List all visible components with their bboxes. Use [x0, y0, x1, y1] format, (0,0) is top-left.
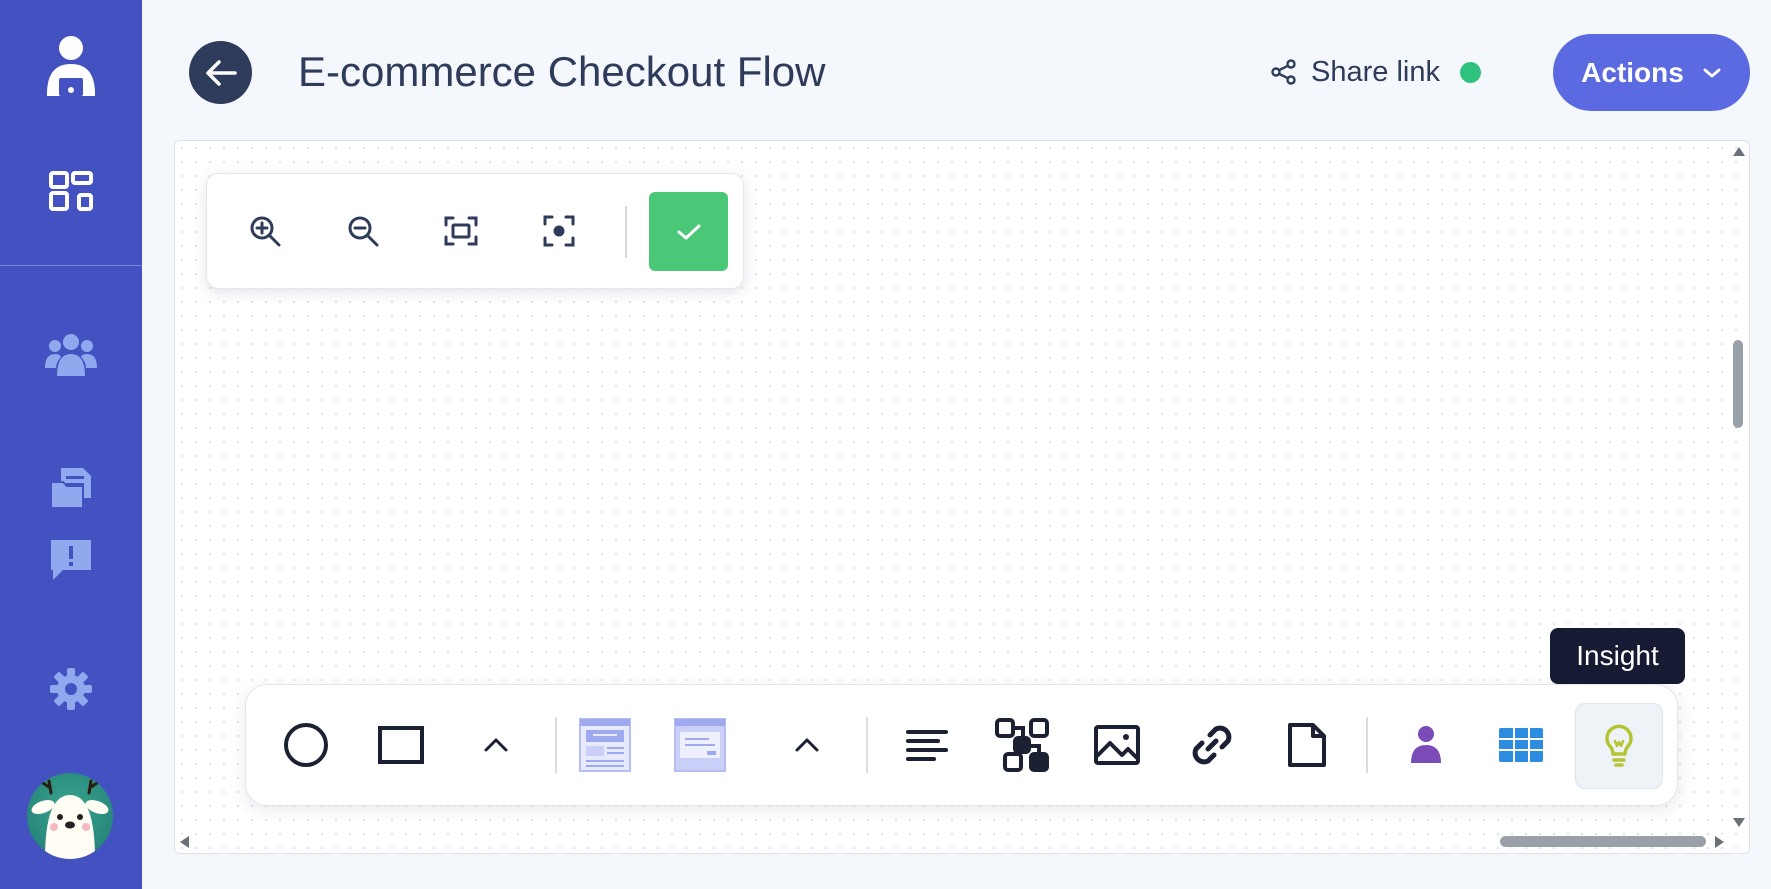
page-title: E-commerce Checkout Flow — [298, 48, 826, 95]
persona-tool[interactable] — [1394, 713, 1458, 777]
avatar[interactable] — [27, 773, 113, 859]
sidebar — [0, 0, 142, 889]
zoom-in-button[interactable] — [240, 206, 290, 256]
lightbulb-icon — [1605, 724, 1633, 767]
circle-tool[interactable] — [274, 713, 338, 777]
arrow-left-icon — [205, 59, 237, 86]
team-icon[interactable] — [0, 330, 142, 380]
zoom-in-icon — [250, 216, 281, 247]
user-logo-icon[interactable] — [0, 32, 142, 102]
online-status-dot — [1459, 61, 1481, 83]
table-tool[interactable] — [1489, 713, 1553, 777]
actions-label: Actions — [1581, 56, 1684, 88]
share-link-label: Share link — [1311, 55, 1440, 88]
table-icon — [1499, 728, 1543, 762]
horizontal-scrollbar-thumb[interactable] — [1500, 836, 1706, 847]
confirm-button[interactable] — [649, 192, 728, 271]
scroll-left-arrow[interactable] — [180, 836, 189, 848]
rectangle-tool[interactable] — [369, 713, 433, 777]
toolbar-separator — [866, 717, 868, 773]
documents-icon[interactable] — [0, 462, 142, 514]
expand-shapes-button[interactable] — [464, 713, 528, 777]
persona-icon — [1411, 726, 1441, 763]
share-link-button[interactable]: Share link — [1271, 52, 1481, 92]
document-tool[interactable] — [1275, 713, 1339, 777]
image-icon — [1094, 725, 1140, 765]
settings-icon[interactable] — [0, 664, 142, 714]
zoom-out-icon — [348, 216, 379, 247]
toolbar-separator — [555, 717, 557, 773]
link-tool[interactable] — [1180, 713, 1244, 777]
scroll-right-arrow[interactable] — [1715, 836, 1724, 848]
wireframe-page-icon — [579, 718, 631, 772]
document-icon — [1288, 723, 1326, 767]
chevron-up-icon — [795, 738, 819, 752]
back-button[interactable] — [189, 41, 252, 104]
chevron-down-icon — [1703, 68, 1721, 77]
actions-button[interactable]: Actions — [1553, 34, 1750, 111]
text-align-icon — [906, 730, 948, 761]
image-tool[interactable] — [1085, 713, 1149, 777]
dashboard-icon[interactable] — [0, 165, 142, 217]
sidebar-divider — [0, 265, 142, 266]
zoom-out-button[interactable] — [338, 206, 388, 256]
chevron-up-icon — [484, 738, 508, 752]
shape-toolbar — [245, 684, 1678, 806]
check-icon — [677, 224, 700, 239]
toolbar-separator — [1366, 717, 1368, 773]
fit-to-screen-button[interactable] — [436, 206, 486, 256]
feedback-icon[interactable] — [0, 532, 142, 588]
insight-tool[interactable] — [1575, 703, 1663, 789]
text-tool[interactable] — [895, 713, 959, 777]
expand-wireframes-button[interactable] — [775, 713, 839, 777]
flow-tool[interactable] — [990, 713, 1054, 777]
scroll-down-arrow[interactable] — [1733, 818, 1745, 827]
scroll-up-arrow[interactable] — [1733, 147, 1745, 156]
center-focus-icon — [543, 215, 575, 247]
fit-to-screen-icon — [444, 216, 478, 246]
wireframe-dialog-icon — [674, 718, 726, 772]
toolbar-separator — [625, 206, 627, 258]
flow-icon — [995, 718, 1049, 772]
vertical-scrollbar-thumb[interactable] — [1733, 340, 1743, 428]
rectangle-icon — [378, 726, 424, 764]
center-focus-button[interactable] — [534, 206, 584, 256]
link-icon — [1192, 725, 1232, 765]
zoom-toolbar — [206, 173, 744, 289]
share-icon — [1271, 59, 1296, 85]
wireframe-page-tool[interactable] — [573, 713, 637, 777]
circle-icon — [284, 723, 328, 767]
insight-tooltip: Insight — [1550, 628, 1685, 684]
wireframe-dialog-tool[interactable] — [668, 713, 732, 777]
